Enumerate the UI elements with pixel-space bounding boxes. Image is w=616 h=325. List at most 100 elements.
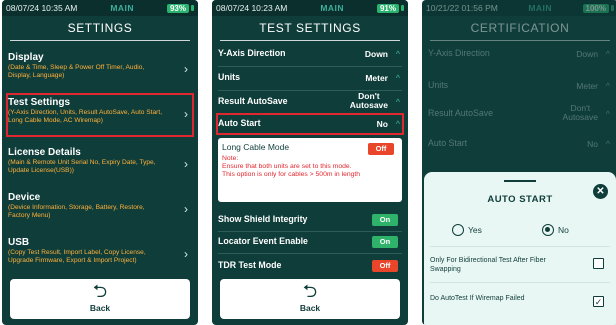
chevron-right-icon: › xyxy=(184,202,188,216)
setting-row-auto-start: Auto Start No ^ xyxy=(428,134,612,156)
checkbox-row-bidirectional[interactable]: Only For Bidirectional Test After Fiber … xyxy=(430,256,610,274)
status-mode: MAIN xyxy=(320,3,345,13)
setting-label: Result AutoSave xyxy=(428,108,494,118)
divider xyxy=(430,246,610,247)
chevron-up-icon: ^ xyxy=(395,97,400,107)
chevron-right-icon: › xyxy=(184,62,188,76)
status-bar: 10/21/22 01:56 PM MAIN 100% xyxy=(422,0,616,16)
status-time: 10/21/22 01:56 PM xyxy=(426,3,498,13)
radio-unchecked-icon xyxy=(452,224,464,236)
setting-label: Units xyxy=(428,80,449,90)
radio-label: No xyxy=(558,225,569,235)
setting-row-locator-event: Locator Event Enable On xyxy=(218,232,402,254)
setting-row-shield-integrity: Show Shield Integrity On xyxy=(218,210,402,232)
checkbox-unchecked-icon[interactable] xyxy=(593,258,604,269)
battery-icon xyxy=(191,5,194,11)
setting-value: Don't Autosave xyxy=(350,92,388,110)
setting-row-result-autosave[interactable]: Result AutoSave Don't Autosave ^ xyxy=(218,92,402,114)
menu-item-display[interactable]: Display (Date & Time, Sleep & Power Off … xyxy=(8,52,192,80)
page-title: CERTIFICATION xyxy=(470,21,570,35)
sheet-title: AUTO START xyxy=(487,194,553,205)
setting-value: Meter xyxy=(365,73,388,83)
setting-value: Don't Autosave xyxy=(563,104,598,122)
chevron-up-icon: ^ xyxy=(395,73,400,83)
setting-row-y-axis[interactable]: Y-Axis Direction Down ^ xyxy=(218,44,402,66)
long-cable-toggle[interactable]: Off xyxy=(368,143,394,155)
status-time: 08/07/24 10:35 AM xyxy=(6,3,78,13)
page-title: TEST SETTINGS xyxy=(259,21,361,35)
highlight-box xyxy=(216,113,404,135)
sheet-handle[interactable] xyxy=(504,180,536,182)
setting-label: Y-Axis Direction xyxy=(218,48,286,58)
status-time: 08/07/24 10:23 AM xyxy=(216,3,288,13)
menu-item-usb[interactable]: USB (Copy Test Result, Import Label, Cop… xyxy=(8,237,192,265)
chevron-up-icon: ^ xyxy=(605,81,610,91)
shield-integrity-toggle[interactable]: On xyxy=(372,214,398,226)
back-button[interactable]: ⮌ Back xyxy=(220,279,400,319)
chevron-right-icon: › xyxy=(184,157,188,171)
highlight-box xyxy=(6,93,194,137)
setting-row-result-autosave: Result AutoSave Don't Autosave ^ xyxy=(428,104,612,126)
chevron-up-icon: ^ xyxy=(395,49,400,59)
chevron-up-icon: ^ xyxy=(605,109,610,119)
menu-item-license-details[interactable]: License Details (Main & Remote Unit Seri… xyxy=(8,147,192,175)
setting-value: Meter xyxy=(576,81,598,91)
setting-value: Down xyxy=(576,49,598,59)
back-arrow-icon: ⮌ xyxy=(302,281,318,301)
certification-screen: 10/21/22 01:56 PM MAIN 100% CERTIFICATIO… xyxy=(422,0,616,325)
long-cable-card: Long Cable Mode Off Note: Ensure that bo… xyxy=(218,138,402,202)
back-label: Back xyxy=(89,303,111,313)
menu-item-title: USB xyxy=(8,237,30,248)
back-label: Back xyxy=(299,303,321,313)
setting-row-units[interactable]: Units Meter ^ xyxy=(218,68,402,90)
radio-label: Yes xyxy=(468,225,482,235)
battery-indicator: 100% xyxy=(582,3,609,13)
back-arrow-icon: ⮌ xyxy=(92,281,108,301)
menu-item-title: Device xyxy=(8,192,41,203)
title-divider xyxy=(10,40,190,41)
battery-icon xyxy=(401,5,404,11)
checkbox-checked-icon[interactable]: ✓ xyxy=(593,296,604,307)
background-content: CERTIFICATION Y-Axis Direction Down ^ Un… xyxy=(422,16,616,149)
setting-label: Result AutoSave xyxy=(218,96,288,106)
battery-indicator: 93% xyxy=(166,3,189,13)
note-title: Note: xyxy=(222,155,239,162)
battery-icon xyxy=(610,5,614,11)
divider xyxy=(218,253,402,254)
setting-row-tdr-test-mode: TDR Test Mode Off xyxy=(218,256,402,278)
setting-label: Y-Axis Direction xyxy=(428,48,490,58)
chevron-up-icon: ^ xyxy=(605,49,610,59)
setting-label: Units xyxy=(218,72,240,82)
note-line: This option is only for cables > 500m in… xyxy=(222,171,361,178)
battery-indicator: 91% xyxy=(376,3,399,13)
radio-yes[interactable]: Yes xyxy=(452,224,482,236)
checkbox-row-wiremap-failed[interactable]: Do AutoTest If Wiremap Failed ✓ xyxy=(430,294,610,307)
locator-event-toggle[interactable]: On xyxy=(372,236,398,248)
back-button[interactable]: ⮌ Back xyxy=(10,279,190,319)
checkbox-label: Do AutoTest If Wiremap Failed xyxy=(430,295,525,302)
value-line: Autosave xyxy=(562,112,598,122)
auto-start-sheet: ✕ AUTO START Yes No Only For Bidirection… xyxy=(424,172,616,325)
setting-row-y-axis: Y-Axis Direction Down ^ xyxy=(428,44,612,66)
menu-item-subtitle: (Date & Time, Sleep & Power Off Timer, A… xyxy=(8,64,145,79)
setting-label: TDR Test Mode xyxy=(218,260,282,270)
menu-item-title: License Details xyxy=(8,147,81,158)
tdr-test-mode-toggle[interactable]: Off xyxy=(372,260,398,272)
settings-screen: 08/07/24 10:35 AM MAIN 93% SETTINGS Disp… xyxy=(2,0,198,325)
checkbox-label: Only For Bidirectional Test After Fiber … xyxy=(430,257,546,273)
status-bar: 08/07/24 10:35 AM MAIN 93% xyxy=(2,0,198,16)
chevron-right-icon: › xyxy=(184,247,188,261)
note-text: Note: Ensure that both units are set to … xyxy=(222,155,372,179)
title-divider xyxy=(430,40,610,41)
setting-value: Down xyxy=(364,49,388,59)
setting-row-units: Units Meter ^ xyxy=(428,76,612,98)
radio-checked-icon xyxy=(542,224,554,236)
divider xyxy=(430,282,610,283)
status-mode: MAIN xyxy=(528,3,553,13)
divider xyxy=(218,66,402,67)
setting-label: Locator Event Enable xyxy=(218,236,308,246)
radio-no[interactable]: No xyxy=(542,224,569,236)
menu-item-subtitle: (Copy Test Result, Import Label, Copy Li… xyxy=(8,249,146,264)
menu-item-device[interactable]: Device (Device Information, Storage, Bat… xyxy=(8,192,192,220)
value-line: Autosave xyxy=(349,100,388,110)
